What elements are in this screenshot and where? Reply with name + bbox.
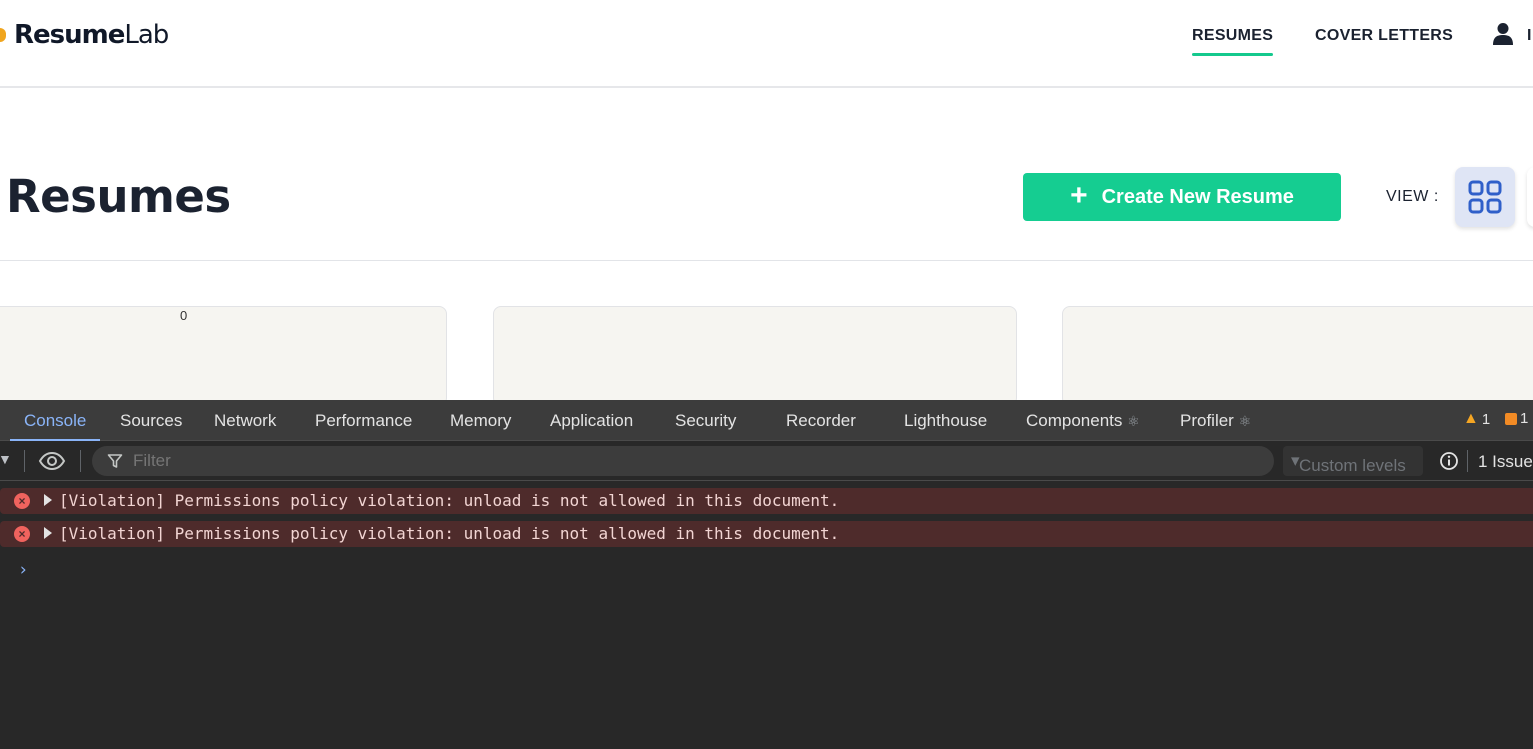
- tab-performance[interactable]: Performance: [315, 411, 412, 431]
- toolbar-separator: [24, 450, 25, 472]
- grid-view-button[interactable]: [1455, 167, 1515, 227]
- resumelab-logo[interactable]: ResumeLab: [0, 20, 169, 50]
- tab-application[interactable]: Application: [550, 411, 633, 431]
- tab-profiler[interactable]: Profiler ⚛: [1180, 411, 1251, 431]
- nav-cover-letters[interactable]: COVER LETTERS: [1315, 27, 1453, 45]
- grid-view-icon: [1468, 180, 1502, 214]
- list-view-button[interactable]: [1527, 167, 1533, 227]
- resume-card[interactable]: [0, 306, 447, 406]
- console-message[interactable]: × [Violation] Permissions policy violati…: [0, 488, 1533, 514]
- tab-recorder[interactable]: Recorder: [786, 411, 856, 431]
- tab-memory[interactable]: Memory: [450, 411, 511, 431]
- info-icon[interactable]: [1439, 451, 1459, 471]
- react-atom-icon: ⚛: [1238, 413, 1252, 429]
- logo-text: ResumeLab: [14, 20, 169, 50]
- filter-icon: [107, 454, 123, 468]
- tab-components[interactable]: Components ⚛: [1026, 411, 1140, 431]
- logo-mark-icon: [0, 28, 6, 42]
- tab-sources[interactable]: Sources: [120, 411, 182, 431]
- create-new-resume-button[interactable]: + Create New Resume: [1023, 173, 1341, 221]
- tab-security[interactable]: Security: [675, 411, 736, 431]
- expand-triangle-icon[interactable]: [44, 527, 52, 539]
- warnings-counter[interactable]: ▲ 1: [1463, 410, 1490, 428]
- nav-resumes[interactable]: RESUMES: [1192, 27, 1274, 56]
- devtools-tab-bar: Console Sources Network Performance Memo…: [0, 400, 1533, 441]
- sidebar-toggle-icon[interactable]: ▼: [0, 451, 12, 467]
- tab-console[interactable]: Console: [9, 411, 101, 441]
- page-title: Resumes: [6, 170, 231, 223]
- console-message-text: [Violation] Permissions policy violation…: [59, 524, 840, 543]
- resume-card[interactable]: [1062, 306, 1533, 406]
- user-menu-label[interactable]: I: [1527, 27, 1531, 45]
- react-atom-icon: ⚛: [1127, 413, 1140, 429]
- error-icon: ×: [14, 526, 30, 542]
- error-icon: ×: [14, 493, 30, 509]
- toolbar-separator: [1467, 450, 1468, 472]
- issues-link[interactable]: 1 Issue: [1478, 452, 1533, 472]
- toolbar-separator: [80, 450, 81, 472]
- warning-icon: ▲: [1463, 410, 1479, 427]
- issue-flag-icon: [1505, 412, 1517, 425]
- log-levels-dropdown[interactable]: Custom levels ▾: [1283, 446, 1423, 476]
- heading-divider: [0, 260, 1533, 261]
- tab-network[interactable]: Network: [214, 411, 276, 431]
- console-message-text: [Violation] Permissions policy violation…: [59, 491, 840, 510]
- console-message[interactable]: × [Violation] Permissions policy violati…: [0, 521, 1533, 547]
- filter-input[interactable]: [133, 451, 1233, 471]
- resume-card[interactable]: [493, 306, 1017, 406]
- view-label: VIEW :: [1386, 188, 1439, 205]
- console-prompt[interactable]: ›: [18, 560, 28, 580]
- create-new-resume-label: Create New Resume: [1101, 185, 1294, 208]
- tab-lighthouse[interactable]: Lighthouse: [904, 411, 987, 431]
- site-header: ResumeLab RESUMES COVER LETTERS I: [0, 0, 1533, 88]
- eye-icon[interactable]: [38, 450, 66, 472]
- issues-counter[interactable]: 1: [1505, 410, 1528, 427]
- resume-card-count: 0: [180, 308, 188, 323]
- expand-triangle-icon[interactable]: [44, 494, 52, 506]
- console-toolbar: ▼ Custom levels ▾ 1 Issue: [0, 441, 1533, 481]
- plus-icon: +: [1070, 178, 1088, 212]
- devtools-panel: Console Sources Network Performance Memo…: [0, 400, 1533, 749]
- user-icon[interactable]: [1492, 22, 1514, 46]
- log-levels-label: Custom levels ▾: [1291, 451, 1406, 475]
